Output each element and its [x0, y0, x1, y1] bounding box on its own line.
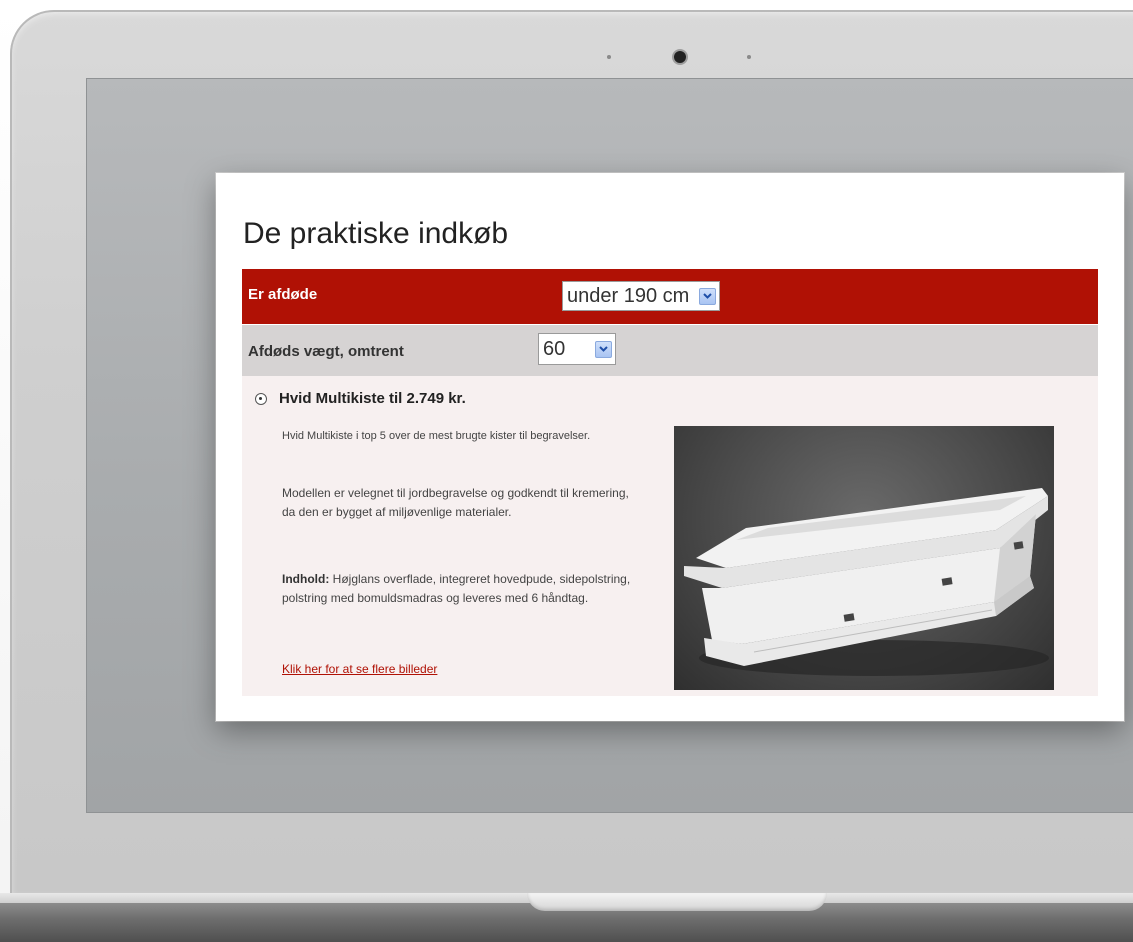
product-title[interactable]: Hvid Multikiste til 2.749 kr.	[279, 390, 466, 407]
product-description: Modellen er velegnet til jordbegravelse …	[282, 486, 629, 519]
height-row: Er afdøde under 190 cm	[242, 269, 1098, 324]
product-contents: Indhold: Højglans overflade, integreret …	[282, 570, 642, 608]
height-label: Er afdøde	[248, 286, 318, 303]
more-images-link[interactable]: Klik her for at se flere billeder	[282, 662, 437, 676]
height-select-value: under 190 cm	[567, 284, 690, 307]
weight-row: Afdøds vægt, omtrent 60	[242, 324, 1098, 377]
product-option: Hvid Multikiste til 2.749 kr. Hvid Multi…	[242, 376, 1098, 696]
coffin-illustration	[684, 488, 1049, 676]
weight-select-value: 60	[543, 337, 566, 360]
contents-text: Højglans overflade, integreret hovedpude…	[282, 572, 631, 605]
laptop-mockup: De praktiske indkøb Er afdøde under 190 …	[0, 0, 1133, 942]
sensor-dot	[607, 55, 611, 59]
radio-selected-icon[interactable]	[255, 393, 267, 405]
web-panel: De praktiske indkøb Er afdøde under 190 …	[216, 173, 1124, 721]
height-select[interactable]: under 190 cm	[562, 281, 720, 311]
sensor-dot	[747, 55, 751, 59]
weight-select[interactable]: 60	[538, 333, 616, 365]
page-title: De praktiske indkøb	[243, 217, 509, 250]
coffin-image[interactable]	[674, 426, 1054, 690]
weight-label: Afdøds vægt, omtrent	[248, 343, 404, 360]
chevron-down-icon[interactable]	[699, 287, 716, 305]
laptop-hinge-notch	[527, 893, 827, 911]
product-description: Hvid Multikiste i top 5 over de mest bru…	[282, 430, 591, 442]
contents-label: Indhold:	[282, 572, 330, 586]
chevron-down-icon[interactable]	[595, 340, 612, 358]
camera-icon	[674, 51, 686, 63]
